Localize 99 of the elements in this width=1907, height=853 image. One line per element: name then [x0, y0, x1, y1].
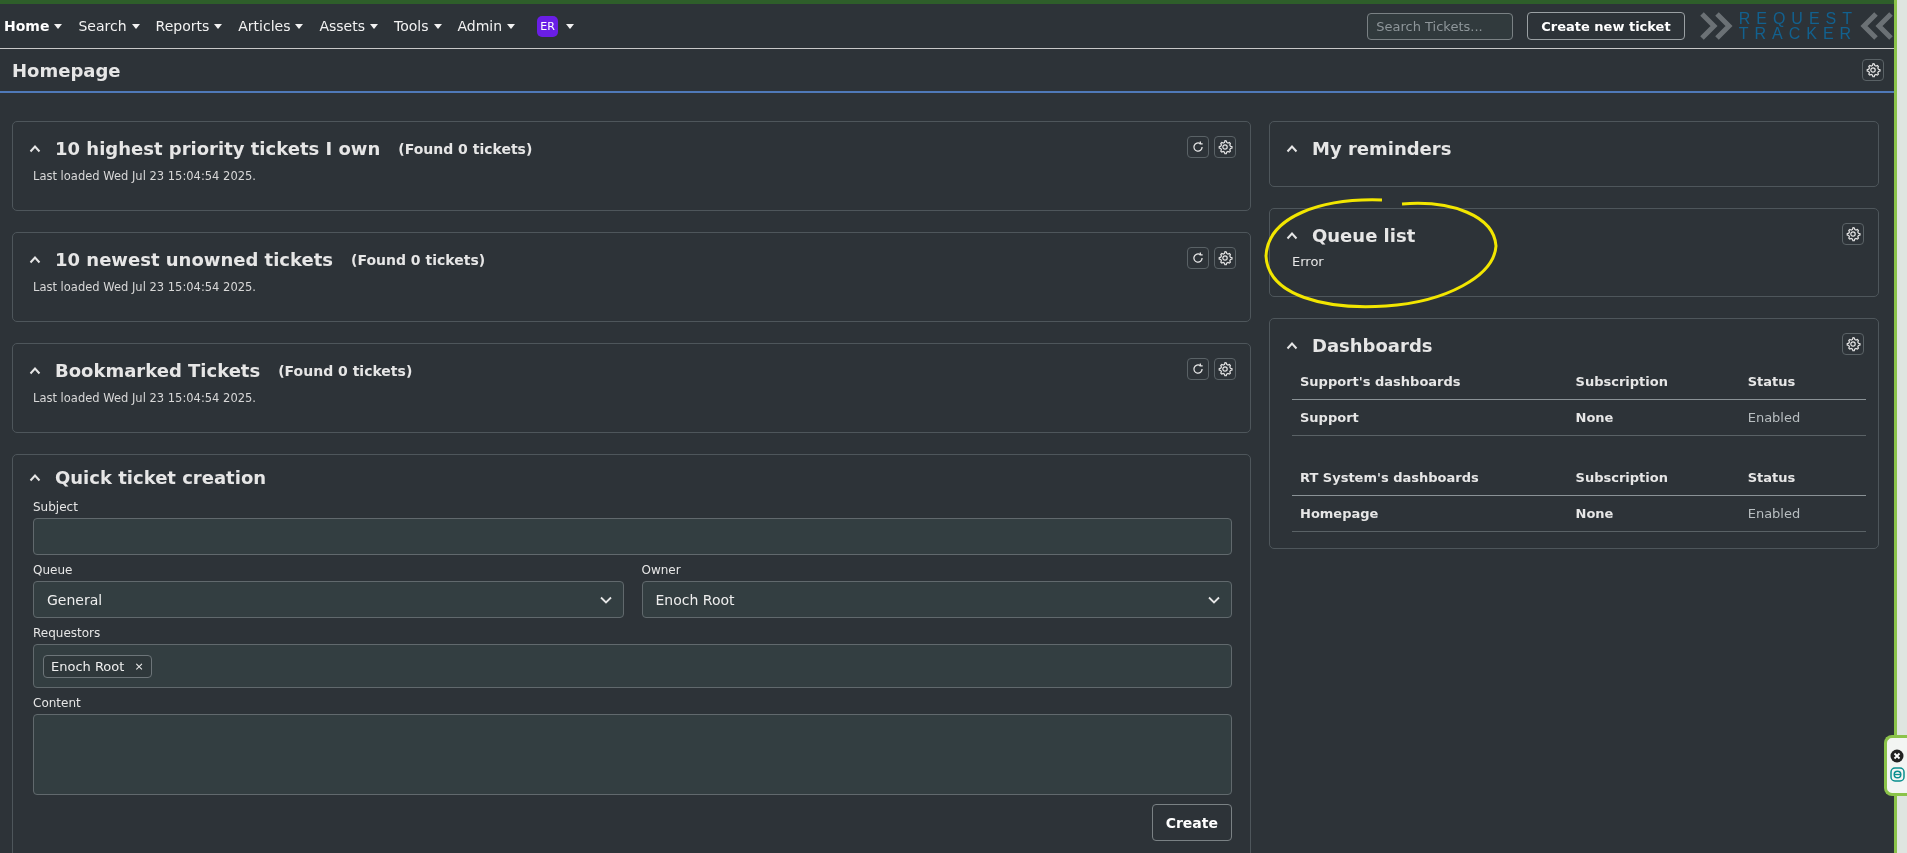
create-button[interactable]: Create [1151, 804, 1232, 841]
select-value: Enoch Root [655, 591, 735, 608]
refresh-button[interactable] [1187, 358, 1209, 380]
panel-title: Dashboards [1312, 335, 1433, 356]
refresh-button[interactable] [1187, 136, 1209, 158]
search-field[interactable]: Search Tickets... [1367, 12, 1514, 40]
caret-icon [131, 23, 140, 29]
panel-title: Queue list [1312, 225, 1416, 246]
caret-icon [54, 23, 63, 29]
requestors-field[interactable]: Enoch Root × [33, 644, 1232, 688]
ticket-count: (Found 0 tickets) [278, 362, 413, 379]
caret-icon [507, 23, 516, 29]
select-field[interactable]: Enoch Root [641, 581, 1232, 618]
logo-text: TRACKER [1738, 26, 1858, 41]
chevron-up-icon[interactable] [29, 255, 41, 264]
column-header: Status [1739, 364, 1866, 400]
settings-button[interactable] [1214, 136, 1236, 158]
remove-tag-button[interactable]: × [134, 659, 144, 673]
select-value: General [47, 591, 103, 608]
settings-icon [1845, 336, 1861, 352]
menu-label: Articles [238, 18, 291, 34]
settings-button[interactable] [1842, 333, 1864, 355]
column-header: RT System's dashboards [1292, 460, 1568, 496]
table-cell: Enabled [1739, 495, 1866, 532]
nav-menu[interactable]: Home [2, 18, 71, 34]
last-loaded-text: Last loaded Wed Jul 23 15:04:54 2025. [33, 169, 257, 183]
nav-menu[interactable]: Assets [317, 18, 386, 34]
panel-title: Quick ticket creation [55, 467, 267, 488]
table-cell: Enabled [1739, 399, 1866, 436]
nav-menu[interactable]: Admin [455, 18, 524, 34]
settings-button[interactable] [1842, 223, 1864, 245]
chevron-up-icon[interactable] [29, 473, 41, 482]
column-header: Subscription [1567, 460, 1740, 496]
select-field[interactable]: General [33, 581, 624, 618]
menu-label: Assets [319, 18, 365, 34]
caret-icon [214, 23, 223, 29]
menu-label: Reports [155, 18, 210, 34]
chevron-down-icon [598, 594, 613, 605]
panel-title: 10 highest priority tickets I own [55, 138, 381, 159]
column-header: Support's dashboards [1292, 364, 1568, 400]
close-icon[interactable] [1890, 749, 1904, 763]
caret-icon [295, 23, 304, 29]
caret-icon [370, 23, 378, 29]
chevron-up-icon[interactable] [1286, 144, 1298, 153]
menu-label: Tools [394, 18, 429, 34]
menu-label: Home [4, 18, 50, 34]
last-loaded-text: Last loaded Wed Jul 23 15:04:54 2025. [33, 280, 257, 294]
subject-field[interactable] [33, 518, 1232, 555]
column-header: Subscription [1567, 364, 1740, 400]
field-label: Requestors [33, 626, 102, 640]
field-label: Content [33, 696, 82, 710]
dashboard-link[interactable]: Support [1292, 399, 1568, 436]
chevron-up-icon[interactable] [1286, 341, 1298, 350]
last-loaded-text: Last loaded Wed Jul 23 15:04:54 2025. [33, 391, 257, 405]
field-label: Subject [33, 500, 79, 514]
table-cell: None [1567, 399, 1740, 436]
settings-button[interactable] [1214, 358, 1236, 380]
chevrons-left-icon [1860, 11, 1894, 41]
refresh-icon [1191, 251, 1205, 265]
nav-menu[interactable]: Search [76, 18, 148, 34]
settings-button[interactable] [1214, 247, 1236, 269]
dashboard-link[interactable]: Homepage [1292, 495, 1568, 532]
user-avatar[interactable]: ER [537, 15, 559, 37]
logo-text: REQUEST [1738, 11, 1858, 26]
extension-icon[interactable] [1889, 767, 1905, 782]
field-label: Queue [33, 563, 74, 577]
refresh-icon [1191, 140, 1205, 154]
settings-icon [1217, 139, 1233, 155]
menu-label: Admin [457, 18, 503, 34]
panel-title: 10 newest unowned tickets [55, 249, 333, 270]
caret-icon [433, 23, 442, 29]
chevron-up-icon[interactable] [1286, 231, 1298, 240]
refresh-button[interactable] [1187, 247, 1209, 269]
settings-icon [1865, 62, 1881, 78]
refresh-icon [1191, 362, 1205, 376]
ticket-count: (Found 0 tickets) [398, 140, 533, 157]
table-cell: None [1567, 495, 1740, 532]
caret-icon [566, 23, 575, 29]
nav-menu[interactable]: Tools [392, 18, 450, 34]
panel-title: My reminders [1312, 138, 1452, 159]
panel-title: Bookmarked Tickets [55, 360, 261, 381]
column-header: Status [1739, 460, 1866, 496]
content-field[interactable] [33, 714, 1232, 795]
tag-label: Enoch Root [51, 658, 125, 674]
settings-button[interactable] [1862, 59, 1884, 81]
field-label: Owner [641, 563, 682, 577]
chevron-down-icon [1207, 594, 1221, 605]
settings-icon [1217, 250, 1233, 266]
create-ticket-button[interactable]: Create new ticket [1527, 12, 1685, 40]
nav-menu[interactable]: Reports [153, 18, 231, 34]
page-title: Homepage [12, 59, 121, 81]
settings-icon [1845, 226, 1861, 242]
chevron-up-icon[interactable] [29, 144, 41, 153]
error-message: Error [1292, 254, 1325, 269]
settings-icon [1217, 361, 1233, 377]
menu-label: Search [78, 18, 127, 34]
ticket-count: (Found 0 tickets) [351, 251, 486, 268]
nav-menu[interactable]: Articles [236, 18, 312, 34]
chevron-up-icon[interactable] [29, 366, 41, 375]
